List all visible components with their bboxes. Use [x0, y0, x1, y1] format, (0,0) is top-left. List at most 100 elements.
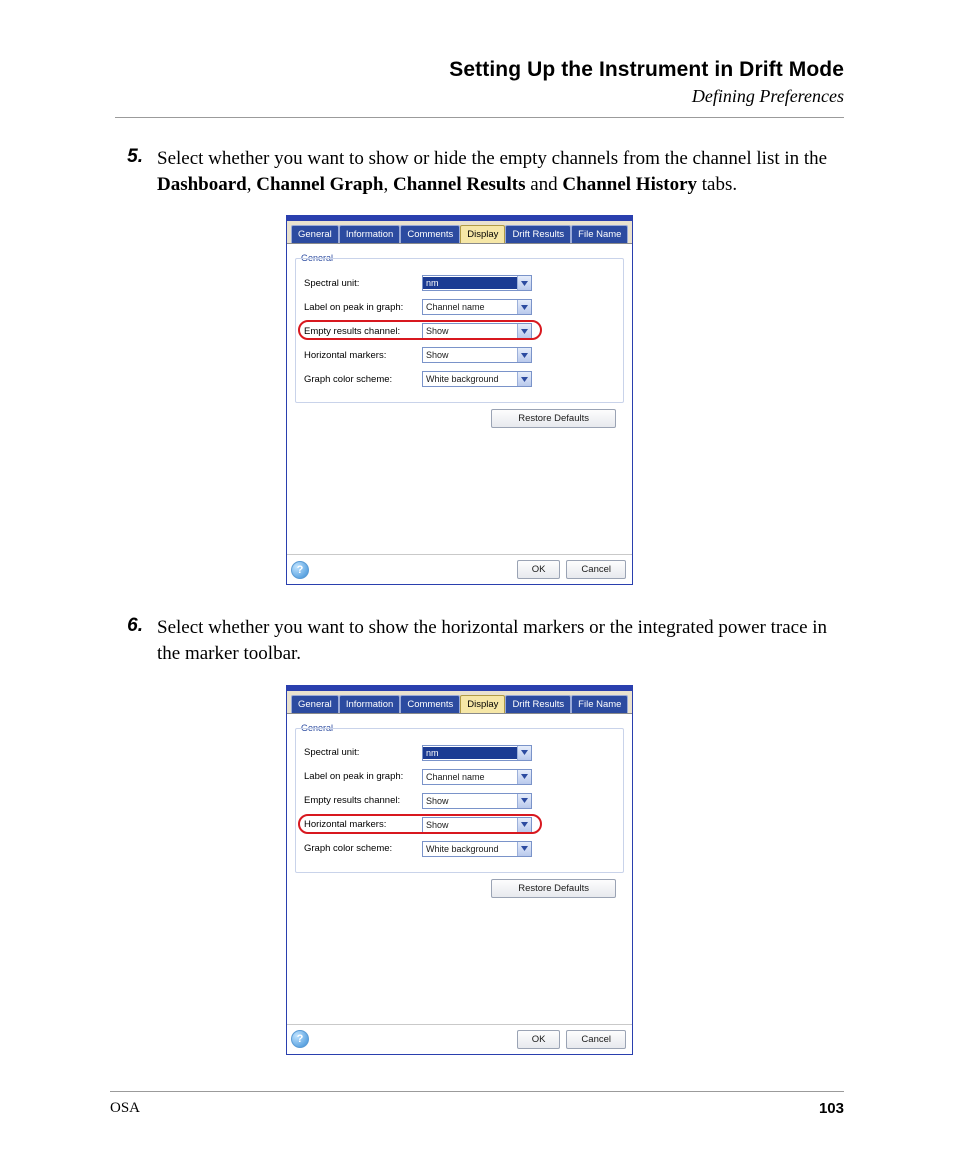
- tab-file-name[interactable]: File Name: [571, 695, 628, 713]
- chevron-down-icon[interactable]: [517, 324, 531, 338]
- row-horizontal-markers: Horizontal markers: Show: [304, 344, 615, 366]
- row-graph-color-scheme: Graph color scheme: White background: [304, 838, 615, 860]
- restore-defaults-button[interactable]: Restore Defaults: [491, 409, 616, 428]
- step-6: 6. Select whether you want to show the h…: [115, 615, 844, 666]
- footer-divider: [110, 1091, 844, 1092]
- chevron-down-icon[interactable]: [517, 276, 531, 290]
- tab-drift-results[interactable]: Drift Results: [505, 695, 571, 713]
- row-empty-results-channel: Empty results channel: Show: [304, 790, 615, 812]
- dialog-footer: OK Cancel: [287, 1024, 632, 1054]
- preferences-dialog-shot-1: General Information Comments Display Dri…: [286, 215, 633, 585]
- bold-channel-results: Channel Results: [393, 174, 526, 195]
- step-number: 5.: [115, 146, 157, 197]
- tab-general[interactable]: General: [291, 225, 339, 243]
- dialog-footer: OK Cancel: [287, 554, 632, 584]
- tab-bar: General Information Comments Display Dri…: [287, 221, 632, 244]
- row-spectral-unit: Spectral unit: nm: [304, 742, 615, 764]
- combo-value: Channel name: [423, 301, 517, 313]
- row-empty-results-channel: Empty results channel: Show: [304, 320, 615, 342]
- combo-spectral-unit[interactable]: nm: [422, 275, 532, 291]
- row-label-on-peak: Label on peak in graph: Channel name: [304, 296, 615, 318]
- combo-value: nm: [423, 277, 517, 289]
- bold-dashboard: Dashboard: [157, 174, 247, 195]
- footer-left: OSA: [110, 1100, 140, 1117]
- combo-horizontal-markers[interactable]: Show: [422, 347, 532, 363]
- combo-empty-results-channel[interactable]: Show: [422, 323, 532, 339]
- combo-label-on-peak[interactable]: Channel name: [422, 769, 532, 785]
- display-panel: General Spectral unit: nm Label on peak …: [287, 244, 632, 434]
- ok-button[interactable]: OK: [517, 1030, 561, 1049]
- combo-graph-color-scheme[interactable]: White background: [422, 371, 532, 387]
- row-spectral-unit: Spectral unit: nm: [304, 272, 615, 294]
- row-horizontal-markers: Horizontal markers: Show: [304, 814, 615, 836]
- tab-display[interactable]: Display: [460, 225, 505, 243]
- label-label-on-peak: Label on peak in graph:: [304, 302, 422, 313]
- combo-label-on-peak[interactable]: Channel name: [422, 299, 532, 315]
- combo-value: nm: [423, 747, 517, 759]
- tab-information[interactable]: Information: [339, 695, 401, 713]
- combo-value: Show: [423, 819, 517, 831]
- tab-drift-results[interactable]: Drift Results: [505, 225, 571, 243]
- section-subtitle: Defining Preferences: [115, 86, 844, 107]
- tab-comments[interactable]: Comments: [400, 695, 460, 713]
- chevron-down-icon[interactable]: [517, 300, 531, 314]
- label-spectral-unit: Spectral unit:: [304, 278, 422, 289]
- combo-empty-results-channel[interactable]: Show: [422, 793, 532, 809]
- tab-information[interactable]: Information: [339, 225, 401, 243]
- row-graph-color-scheme: Graph color scheme: White background: [304, 368, 615, 390]
- chevron-down-icon[interactable]: [517, 770, 531, 784]
- section-title: Setting Up the Instrument in Drift Mode: [115, 58, 844, 82]
- tab-bar: General Information Comments Display Dri…: [287, 691, 632, 714]
- chevron-down-icon[interactable]: [517, 842, 531, 856]
- ok-button[interactable]: OK: [517, 560, 561, 579]
- help-icon[interactable]: [291, 1030, 309, 1048]
- chevron-down-icon[interactable]: [517, 348, 531, 362]
- restore-row: Restore Defaults: [295, 403, 624, 428]
- row-label-on-peak: Label on peak in graph: Channel name: [304, 766, 615, 788]
- step-body: Select whether you want to show or hide …: [157, 146, 844, 197]
- tab-comments[interactable]: Comments: [400, 225, 460, 243]
- text: ,: [247, 174, 257, 195]
- preferences-dialog-shot-2: General Information Comments Display Dri…: [286, 685, 633, 1055]
- label-graph-color-scheme: Graph color scheme:: [304, 374, 422, 385]
- combo-horizontal-markers[interactable]: Show: [422, 817, 532, 833]
- text: ,: [383, 174, 393, 195]
- label-horizontal-markers: Horizontal markers:: [304, 819, 422, 830]
- chevron-down-icon[interactable]: [517, 372, 531, 386]
- help-icon[interactable]: [291, 561, 309, 579]
- chevron-down-icon[interactable]: [517, 794, 531, 808]
- chevron-down-icon[interactable]: [517, 818, 531, 832]
- combo-value: Channel name: [423, 771, 517, 783]
- combo-value: Show: [423, 795, 517, 807]
- label-spectral-unit: Spectral unit:: [304, 747, 422, 758]
- blank-area: [287, 904, 632, 1024]
- bold-channel-graph: Channel Graph: [256, 174, 383, 195]
- combo-value: Show: [423, 349, 517, 361]
- general-fieldset: Spectral unit: nm Label on peak in graph…: [295, 258, 624, 403]
- general-fieldset: Spectral unit: nm Label on peak in graph…: [295, 728, 624, 873]
- page-number: 103: [819, 1100, 844, 1117]
- page-footer: OSA 103: [110, 1091, 844, 1117]
- restore-row: Restore Defaults: [295, 873, 624, 898]
- header-divider: [115, 117, 844, 118]
- label-label-on-peak: Label on peak in graph:: [304, 771, 422, 782]
- page-header: Setting Up the Instrument in Drift Mode …: [115, 58, 844, 107]
- combo-value: Show: [423, 325, 517, 337]
- label-horizontal-markers: Horizontal markers:: [304, 350, 422, 361]
- bold-channel-history: Channel History: [562, 174, 697, 195]
- cancel-button[interactable]: Cancel: [566, 1030, 626, 1049]
- combo-value: White background: [423, 373, 517, 385]
- label-graph-color-scheme: Graph color scheme:: [304, 843, 422, 854]
- combo-graph-color-scheme[interactable]: White background: [422, 841, 532, 857]
- restore-defaults-button[interactable]: Restore Defaults: [491, 879, 616, 898]
- tab-display[interactable]: Display: [460, 695, 505, 713]
- step-body: Select whether you want to show the hori…: [157, 615, 844, 666]
- label-empty-results-channel: Empty results channel:: [304, 326, 422, 337]
- combo-spectral-unit[interactable]: nm: [422, 745, 532, 761]
- step-5: 5. Select whether you want to show or hi…: [115, 146, 844, 197]
- label-empty-results-channel: Empty results channel:: [304, 795, 422, 806]
- chevron-down-icon[interactable]: [517, 746, 531, 760]
- cancel-button[interactable]: Cancel: [566, 560, 626, 579]
- tab-file-name[interactable]: File Name: [571, 225, 628, 243]
- tab-general[interactable]: General: [291, 695, 339, 713]
